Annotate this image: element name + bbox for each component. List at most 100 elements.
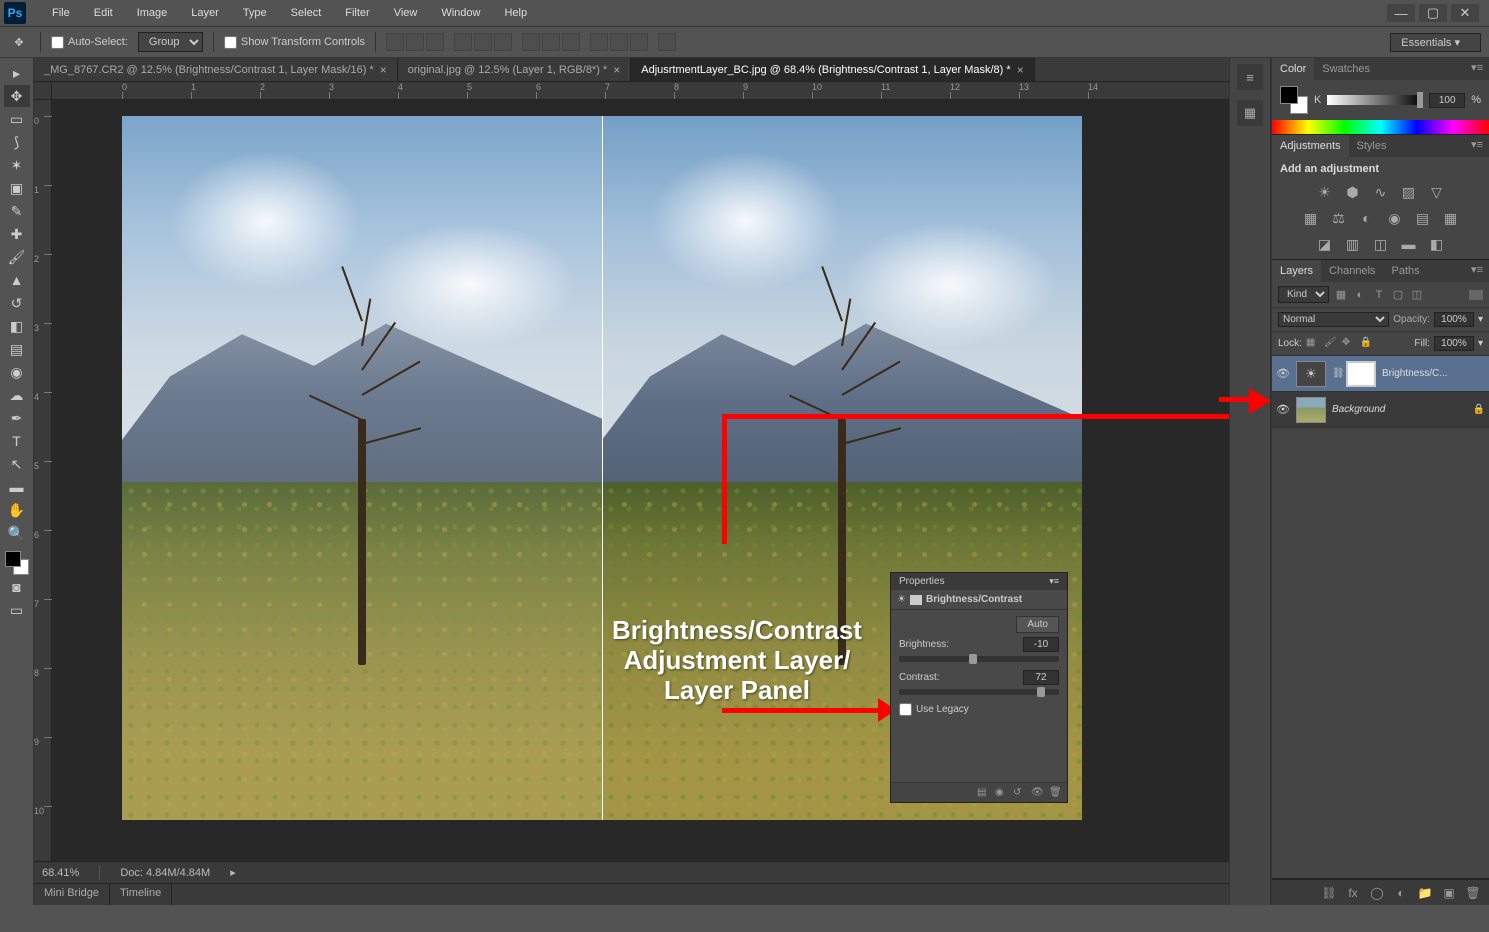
- panel-menu-icon[interactable]: ▾≡: [1465, 135, 1489, 157]
- panel-menu-icon[interactable]: ▾≡: [1049, 576, 1059, 587]
- healing-tool[interactable]: ✚: [4, 223, 30, 245]
- fx-icon[interactable]: fx: [1345, 885, 1361, 901]
- reset-icon[interactable]: ↺: [1013, 787, 1025, 799]
- k-input[interactable]: [1429, 93, 1465, 108]
- close-button[interactable]: ✕: [1451, 4, 1479, 22]
- screen-mode-tool[interactable]: ▭: [4, 599, 30, 621]
- menu-filter[interactable]: Filter: [335, 3, 379, 23]
- lookup-icon[interactable]: ▦: [1440, 209, 1462, 227]
- adjustment-thumb[interactable]: ☀: [1296, 361, 1326, 387]
- k-slider[interactable]: [1327, 95, 1423, 105]
- move-tool[interactable]: ✥: [4, 85, 30, 107]
- balance-icon[interactable]: ⚖: [1328, 209, 1350, 227]
- menu-image[interactable]: Image: [127, 3, 178, 23]
- contrast-slider[interactable]: [899, 689, 1059, 695]
- new-layer-icon[interactable]: ▣: [1441, 885, 1457, 901]
- workspace-switcher[interactable]: Essentials ▾: [1390, 33, 1481, 52]
- bw-icon[interactable]: ◐: [1356, 209, 1378, 227]
- menu-layer[interactable]: Layer: [181, 3, 229, 23]
- view-prev-icon[interactable]: ◉: [995, 787, 1007, 799]
- layer-brightness-contrast[interactable]: 👁 ☀ ⛓ Brightness/C...: [1272, 356, 1489, 392]
- show-transform-checkbox[interactable]: Show Transform Controls: [224, 36, 365, 49]
- layer-thumb[interactable]: [1296, 397, 1326, 423]
- lock-position-icon[interactable]: ✥: [1342, 337, 1356, 351]
- filter-pixel-icon[interactable]: ▦: [1333, 288, 1349, 302]
- filter-adj-icon[interactable]: ◐: [1352, 288, 1368, 302]
- layer-background[interactable]: 👁 Background 🔒: [1272, 392, 1489, 428]
- auto-select-checkbox[interactable]: Auto-Select:: [51, 36, 128, 49]
- photo-filter-icon[interactable]: ◉: [1384, 209, 1406, 227]
- clip-icon[interactable]: ▤: [977, 787, 989, 799]
- hue-icon[interactable]: ▦: [1300, 209, 1322, 227]
- menu-view[interactable]: View: [384, 3, 428, 23]
- panel-color-chip[interactable]: [1280, 86, 1308, 114]
- close-icon[interactable]: ×: [613, 63, 620, 77]
- lock-all-icon[interactable]: 🔒: [1360, 337, 1374, 351]
- zoom-tool[interactable]: 🔍: [4, 522, 30, 544]
- visibility-icon[interactable]: 👁: [1031, 787, 1043, 799]
- gradient-map-icon[interactable]: ▬: [1398, 235, 1420, 253]
- blur-tool[interactable]: ◉: [4, 361, 30, 383]
- invert-icon[interactable]: ◪: [1314, 235, 1336, 253]
- opacity-input[interactable]: [1434, 312, 1474, 327]
- filter-type-icon[interactable]: T: [1371, 288, 1387, 302]
- quick-mask-tool[interactable]: ◙: [4, 576, 30, 598]
- tab-layers[interactable]: Layers: [1272, 260, 1321, 282]
- lock-paint-icon[interactable]: 🖌: [1324, 337, 1338, 351]
- curves-icon[interactable]: ∿: [1370, 183, 1392, 201]
- lock-transparent-icon[interactable]: ▦: [1306, 337, 1320, 351]
- menu-type[interactable]: Type: [233, 3, 277, 23]
- maximize-button[interactable]: ▢: [1419, 4, 1447, 22]
- tab-paths[interactable]: Paths: [1384, 260, 1428, 282]
- zoom-level[interactable]: 68.41%: [42, 867, 79, 879]
- history-brush-tool[interactable]: ↺: [4, 292, 30, 314]
- blend-mode[interactable]: Normal: [1278, 312, 1389, 327]
- trash-icon[interactable]: 🗑: [1465, 885, 1481, 901]
- exposure-icon[interactable]: ▨: [1398, 183, 1420, 201]
- ruler-vertical[interactable]: 012345678910: [34, 100, 52, 861]
- mask-icon[interactable]: ◯: [1369, 885, 1385, 901]
- vibrance-icon[interactable]: ▽: [1426, 183, 1448, 201]
- type-tool[interactable]: T: [4, 430, 30, 452]
- mask-thumb[interactable]: [1346, 361, 1376, 387]
- eyedropper-tool[interactable]: ✎: [4, 200, 30, 222]
- eye-icon[interactable]: 👁: [1276, 403, 1290, 416]
- levels-icon[interactable]: ⬢: [1342, 183, 1364, 201]
- adjustment-layer-icon[interactable]: ◐: [1393, 885, 1409, 901]
- menu-help[interactable]: Help: [494, 3, 537, 23]
- shape-tool[interactable]: ▬: [4, 476, 30, 498]
- marquee-tool[interactable]: ▭: [4, 108, 30, 130]
- use-legacy-checkbox[interactable]: Use Legacy: [899, 703, 1059, 716]
- dodge-tool[interactable]: ☁: [4, 384, 30, 406]
- auto-select-mode[interactable]: Group: [138, 32, 203, 52]
- foreground-color[interactable]: [5, 551, 21, 567]
- ruler-horizontal[interactable]: 01234567891011121314: [52, 82, 1229, 100]
- tab-adjustments[interactable]: Adjustments: [1272, 135, 1349, 157]
- mixer-icon[interactable]: ▤: [1412, 209, 1434, 227]
- panel-menu-icon[interactable]: ▾≡: [1465, 260, 1489, 282]
- brush-tool[interactable]: 🖌: [4, 246, 30, 268]
- menu-select[interactable]: Select: [281, 3, 332, 23]
- close-icon[interactable]: ×: [1017, 63, 1024, 77]
- menu-window[interactable]: Window: [431, 3, 490, 23]
- threshold-icon[interactable]: ◫: [1370, 235, 1392, 253]
- properties-panel[interactable]: Properties ▾≡ ☀ Brightness/Contrast Auto…: [890, 572, 1068, 803]
- gradient-tool[interactable]: ▤: [4, 338, 30, 360]
- tab-timeline[interactable]: Timeline: [110, 884, 172, 905]
- layer-filter-kind[interactable]: Kind: [1278, 286, 1329, 303]
- fill-input[interactable]: [1434, 336, 1474, 351]
- doc-size[interactable]: Doc: 4.84M/4.84M: [120, 867, 210, 879]
- panel-menu-icon[interactable]: ▾≡: [1465, 58, 1489, 80]
- doc-tab-1[interactable]: original.jpg @ 12.5% (Layer 1, RGB/8*) *…: [398, 58, 632, 81]
- lock-icon[interactable]: 🔒: [1473, 404, 1485, 415]
- auto-button[interactable]: Auto: [1016, 616, 1059, 633]
- filter-toggle[interactable]: [1469, 290, 1483, 300]
- path-select-tool[interactable]: ↖: [4, 453, 30, 475]
- quick-select-tool[interactable]: ✶: [4, 154, 30, 176]
- link-layers-icon[interactable]: ⛓: [1321, 885, 1337, 901]
- doc-tab-0[interactable]: _MG_8767.CR2 @ 12.5% (Brightness/Contras…: [34, 58, 398, 81]
- eye-icon[interactable]: 👁: [1276, 367, 1290, 380]
- tab-color[interactable]: Color: [1272, 58, 1314, 80]
- layer-name[interactable]: Background: [1332, 404, 1467, 415]
- filter-shape-icon[interactable]: ▢: [1390, 288, 1406, 302]
